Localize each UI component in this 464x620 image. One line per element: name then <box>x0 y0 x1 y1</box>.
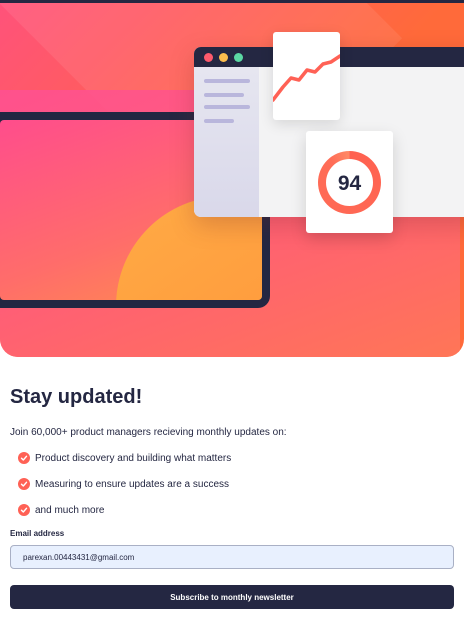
score-ring-inner: 94 <box>326 159 373 206</box>
intro-text: Join 60,000+ product managers recieving … <box>10 427 287 438</box>
score-value: 94 <box>337 172 362 195</box>
page-title: Stay updated! <box>10 386 143 408</box>
feature-item: and much more <box>18 503 104 517</box>
subscribe-button[interactable]: Subscribe to monthly newsletter <box>10 585 454 609</box>
email-label: Email address <box>10 529 65 538</box>
sidebar-line <box>204 105 250 109</box>
feature-item: Product discovery and building what matt… <box>18 451 231 465</box>
feature-text: and much more <box>35 504 105 516</box>
check-circle-icon <box>18 478 30 490</box>
score-card: 94 <box>306 131 393 233</box>
trend-line-icon <box>271 54 342 102</box>
check-circle-icon <box>18 452 30 464</box>
window-minimize-dot <box>219 53 228 62</box>
sidebar-line <box>204 119 234 123</box>
window-maximize-dot <box>234 53 243 62</box>
feature-text: Measuring to ensure updates are a succes… <box>35 478 229 490</box>
trend-chart-card <box>271 32 342 120</box>
browser-sidebar <box>194 67 259 217</box>
sidebar-line <box>204 93 244 97</box>
check-circle-icon <box>18 504 30 516</box>
email-field[interactable] <box>10 545 454 569</box>
newsletter-card: 94 Stay updated! Join 60,000+ product ma… <box>0 0 464 620</box>
hero-illustration: 94 <box>0 0 464 357</box>
feature-text: Product discovery and building what matt… <box>35 452 232 464</box>
window-close-dot <box>204 53 213 62</box>
score-ring: 94 <box>318 151 381 214</box>
hero-top-strip <box>0 0 464 3</box>
feature-item: Measuring to ensure updates are a succes… <box>18 477 229 491</box>
sidebar-line <box>204 79 250 83</box>
